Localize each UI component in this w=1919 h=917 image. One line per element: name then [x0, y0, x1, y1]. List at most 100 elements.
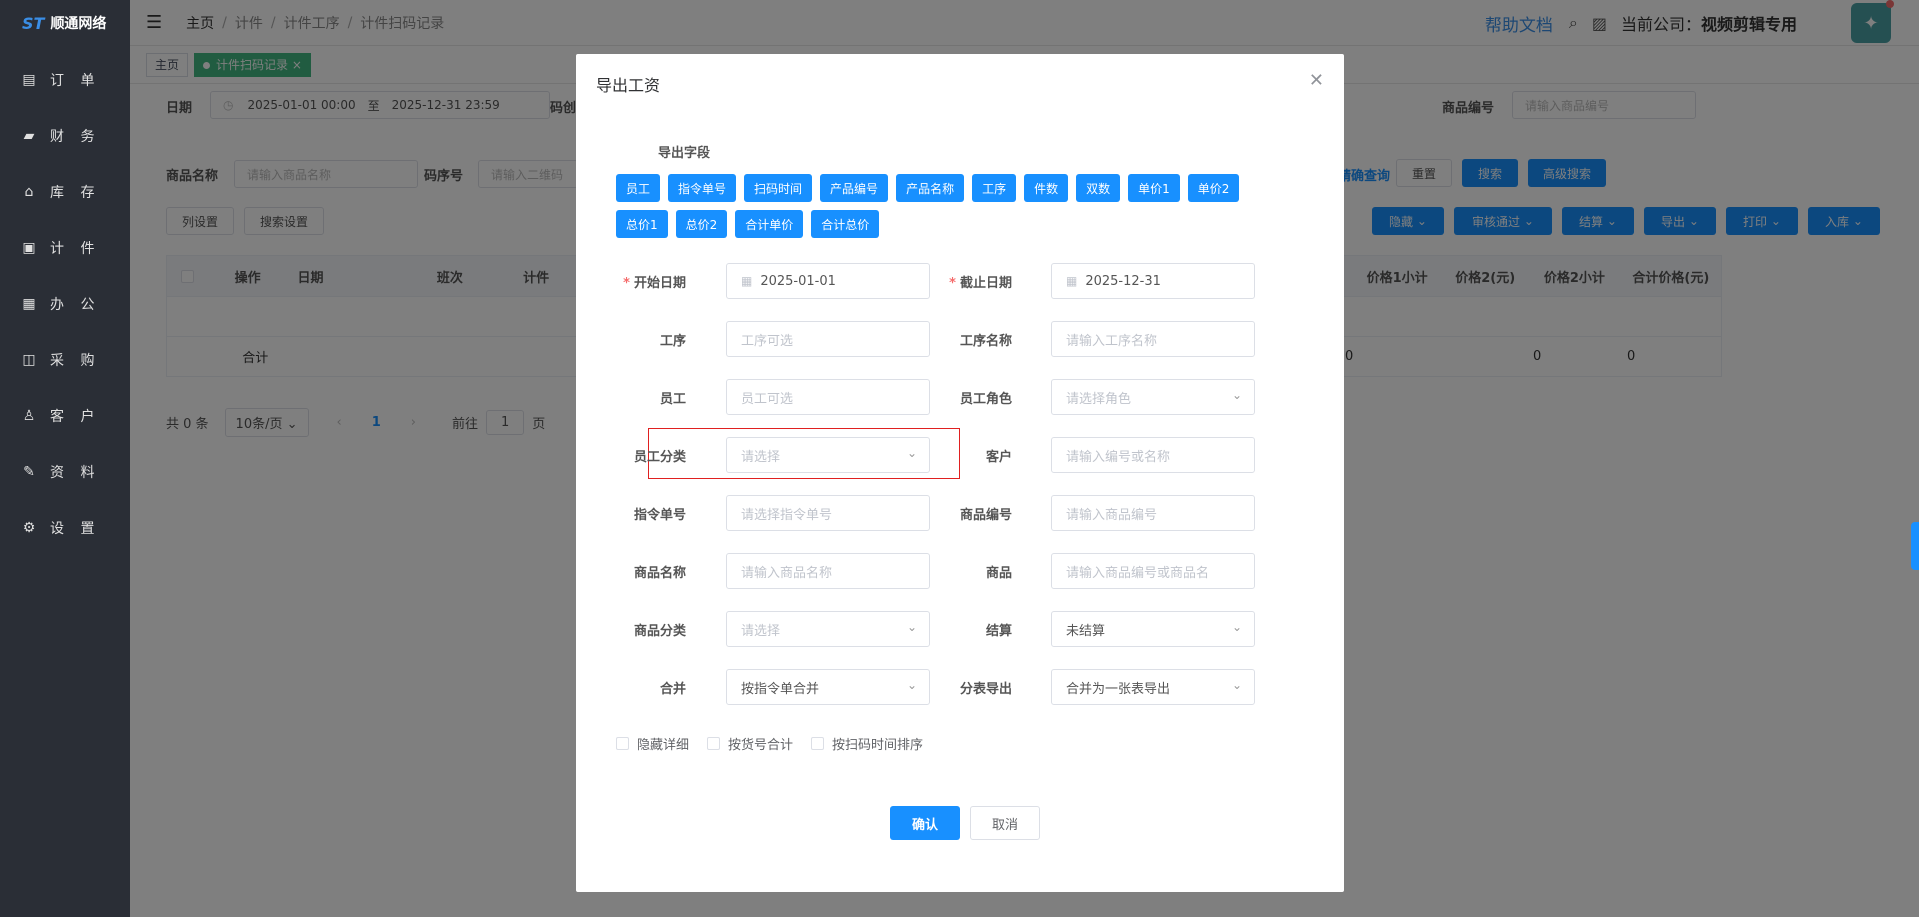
chevron-down-icon: ⌄: [1231, 678, 1242, 692]
process-input[interactable]: 工序可选: [726, 321, 930, 357]
home-icon: ⌂: [24, 184, 34, 200]
sort-by-scan-time-checkbox[interactable]: 按扫码时间排序: [811, 734, 923, 753]
field-chip[interactable]: 件数: [1024, 174, 1069, 202]
edit-icon: ✎: [23, 464, 35, 480]
employee-role-select[interactable]: 请选择角色 ⌄: [1051, 379, 1255, 415]
product-label: 商品: [985, 566, 1012, 581]
checkbox-label: 按扫码时间排序: [832, 738, 924, 753]
sidebar-item-finance[interactable]: ▰ 财 务: [0, 108, 130, 164]
hide-detail-checkbox[interactable]: 隐藏详细: [616, 734, 689, 753]
split-export-select[interactable]: 合并为一张表导出 ⌄: [1051, 669, 1255, 705]
sidebar-item-order[interactable]: ▤ 订 单: [0, 52, 130, 108]
sidebar-item-label: 资 料: [50, 465, 101, 481]
start-date-label: * 开始日期: [623, 276, 686, 291]
label-text: 截止日期: [959, 276, 1012, 291]
select-value: 按指令单合并: [741, 681, 820, 697]
sidebar-item-piecework[interactable]: ▣ 计 件: [0, 220, 130, 276]
checkbox-label: 按货号合计: [728, 738, 794, 753]
confirm-button[interactable]: 确认: [890, 806, 960, 840]
sidebar-item-inventory[interactable]: ⌂ 库 存: [0, 164, 130, 220]
product-name-input[interactable]: 请输入商品名称: [726, 553, 930, 589]
customer-label: 客户: [985, 450, 1012, 465]
side-drawer-handle[interactable]: [1911, 522, 1919, 570]
start-date-value: 2025-01-01: [760, 273, 836, 289]
employee-category-label: 员工分类: [633, 450, 686, 465]
export-fields-label: 导出字段: [658, 146, 711, 161]
field-chip[interactable]: 单价1: [1128, 174, 1180, 202]
checkbox-box[interactable]: [616, 737, 629, 750]
sidebar-item-label: 采 购: [50, 353, 101, 369]
sidebar-item-office[interactable]: ▦ 办 公: [0, 276, 130, 332]
order-no-input[interactable]: 请选择指令单号: [726, 495, 930, 531]
settle-label: 结算: [985, 624, 1012, 639]
employee-input[interactable]: 员工可选: [726, 379, 930, 415]
merge-label: 合并: [659, 682, 686, 697]
customer-input[interactable]: 请输入编号或名称: [1051, 437, 1255, 473]
chevron-down-icon: ⌄: [1231, 620, 1242, 634]
cancel-button[interactable]: 取消: [970, 806, 1040, 840]
sidebar-item-purchase[interactable]: ◫ 采 购: [0, 332, 130, 388]
field-chip[interactable]: 员工: [616, 174, 661, 202]
sidebar-item-data[interactable]: ✎ 资 料: [0, 444, 130, 500]
start-date-picker[interactable]: ▦ 2025-01-01: [726, 263, 930, 299]
export-wage-dialog: 导出工资 ✕ 导出字段 员工 指令单号 扫码时间 产品编号 产品名称 工序 件数…: [576, 54, 1344, 892]
sidebar-item-customer[interactable]: ♙ 客 户: [0, 388, 130, 444]
brand-logo[interactable]: ST 顺通网络: [0, 0, 130, 46]
employee-label: 员工: [659, 392, 686, 407]
user-icon: ♙: [22, 408, 36, 424]
order-icon: ▤: [22, 72, 36, 88]
field-chip[interactable]: 产品名称: [896, 174, 965, 202]
process-name-input[interactable]: 请输入工序名称: [1051, 321, 1255, 357]
field-chip[interactable]: 总价1: [616, 210, 668, 238]
settle-select[interactable]: 未结算 ⌄: [1051, 611, 1255, 647]
product-no-label: 商品编号: [959, 508, 1012, 523]
field-chip[interactable]: 双数: [1076, 174, 1121, 202]
label-text: 开始日期: [633, 276, 686, 291]
export-fields-chips: 员工 指令单号 扫码时间 产品编号 产品名称 工序 件数 双数 单价1 单价2 …: [616, 174, 1296, 238]
sum-by-sku-checkbox[interactable]: 按货号合计: [707, 734, 793, 753]
sidebar-item-label: 设 置: [50, 521, 101, 537]
field-chip[interactable]: 指令单号: [668, 174, 737, 202]
field-chip[interactable]: 产品编号: [820, 174, 889, 202]
product-category-select[interactable]: 请选择 ⌄: [726, 611, 930, 647]
calendar-icon: ▦: [1066, 274, 1078, 288]
merge-select[interactable]: 按指令单合并 ⌄: [726, 669, 930, 705]
end-date-picker[interactable]: ▦ 2025-12-31: [1051, 263, 1255, 299]
checkbox-box[interactable]: [811, 737, 825, 750]
checkbox-box[interactable]: [707, 737, 721, 750]
calendar-icon: ▦: [741, 274, 753, 288]
field-chip[interactable]: 总价2: [675, 210, 728, 238]
select-placeholder: 请选择: [741, 623, 781, 639]
process-name-label: 工序名称: [959, 334, 1012, 349]
field-chip[interactable]: 合计总价: [811, 210, 880, 238]
field-chip[interactable]: 工序: [972, 174, 1017, 202]
product-name-label: 商品名称: [633, 566, 686, 581]
sidebar-item-label: 库 存: [50, 185, 101, 201]
select-placeholder: 请选择角色: [1066, 391, 1132, 407]
export-options: 隐藏详细 按货号合计 按扫码时间排序: [616, 734, 923, 753]
sidebar-item-settings[interactable]: ⚙ 设 置: [0, 500, 130, 556]
field-chip[interactable]: 单价2: [1187, 174, 1240, 202]
sidebar-item-label: 订 单: [50, 73, 101, 89]
dialog-title: 导出工资: [596, 76, 661, 95]
bag-icon: ◫: [22, 352, 36, 368]
gear-icon: ⚙: [22, 520, 36, 536]
field-chip[interactable]: 扫码时间: [744, 174, 813, 202]
select-placeholder: 请选择: [741, 449, 781, 465]
product-no-input[interactable]: 请输入商品编号: [1051, 495, 1255, 531]
field-chip[interactable]: 合计单价: [735, 210, 804, 238]
wallet-icon: ▰: [23, 128, 35, 144]
close-icon[interactable]: ✕: [1309, 70, 1324, 91]
select-value: 合并为一张表导出: [1066, 681, 1171, 697]
calendar-icon: ▦: [22, 296, 36, 312]
employee-category-select[interactable]: 请选择 ⌄: [726, 437, 930, 473]
select-value: 未结算: [1066, 623, 1106, 639]
sidebar-item-label: 财 务: [50, 129, 101, 145]
sidebar-item-label: 办 公: [50, 297, 101, 313]
product-input[interactable]: 请输入商品编号或商品名: [1051, 553, 1255, 589]
sidebar-item-label: 计 件: [50, 241, 101, 257]
sidebar-item-label: 客 户: [50, 409, 101, 425]
employee-role-label: 员工角色: [959, 392, 1012, 407]
product-category-label: 商品分类: [633, 624, 686, 639]
end-date-value: 2025-12-31: [1085, 273, 1161, 289]
